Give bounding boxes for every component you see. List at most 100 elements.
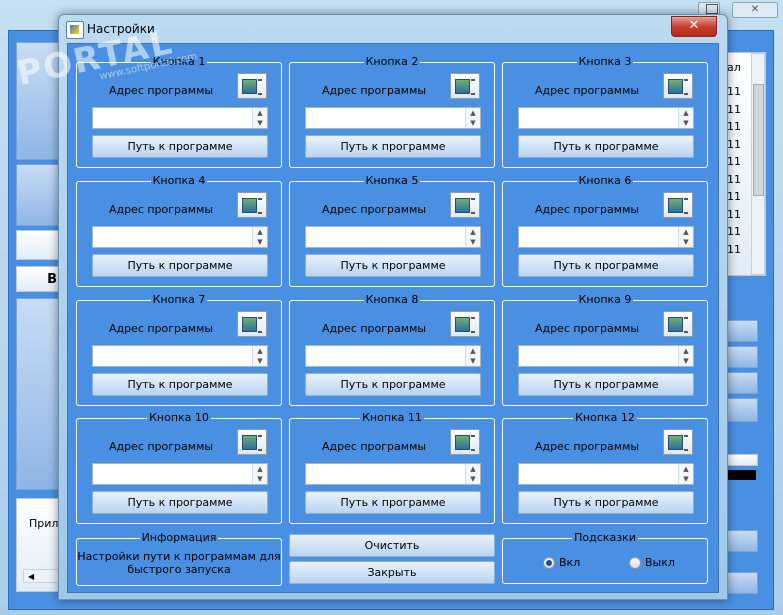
browse-program-button[interactable]: Путь к программе (92, 491, 268, 514)
program-icon[interactable] (663, 73, 693, 99)
program-path-input[interactable]: ▲ ▼ (92, 107, 268, 129)
spin-arrows-icon[interactable]: ▲ ▼ (465, 227, 480, 247)
bg-list-row[interactable]: 11 (727, 118, 741, 136)
bg-close-button[interactable]: ✕ (732, 2, 778, 18)
spin-arrows-icon[interactable]: ▲ ▼ (252, 108, 267, 128)
bg-list-row[interactable]: 11 (727, 171, 741, 189)
spin-arrows-icon[interactable]: ▲ ▼ (465, 108, 480, 128)
bg-side-letter: В (47, 272, 57, 287)
browse-program-button[interactable]: Путь к программе (518, 254, 694, 277)
browse-program-button[interactable]: Путь к программе (305, 373, 481, 396)
button-group-label: Кнопка 3 (576, 55, 634, 68)
program-icon[interactable] (450, 192, 480, 218)
spin-arrows-icon[interactable]: ▲ ▼ (678, 464, 693, 484)
program-address-label: Адрес программы (108, 203, 214, 216)
bg-list-header: ал (727, 61, 741, 74)
clear-button[interactable]: Очистить (289, 534, 495, 557)
bg-right-list[interactable]: ал 11 11 11 11 11 11 11 11 11 11 (726, 52, 766, 276)
hints-off-radio[interactable] (629, 557, 641, 569)
bg-right-field[interactable] (726, 454, 758, 466)
program-icon[interactable] (450, 311, 480, 337)
spin-arrows-icon[interactable]: ▲ ▼ (678, 108, 693, 128)
spin-arrows-icon[interactable]: ▲ ▼ (252, 227, 267, 247)
program-icon[interactable] (237, 73, 267, 99)
info-group-label: Информация (139, 531, 219, 544)
browse-program-button[interactable]: Путь к программе (518, 491, 694, 514)
program-path-input[interactable]: ▲ ▼ (518, 107, 694, 129)
browse-program-button[interactable]: Путь к программе (92, 254, 268, 277)
hints-on-label[interactable]: Вкл (559, 556, 580, 569)
bg-list-row[interactable]: 11 (727, 136, 741, 154)
bg-right-button-5[interactable] (726, 530, 758, 552)
program-path-input[interactable]: ▲ ▼ (518, 463, 694, 485)
bg-right-button-3[interactable] (726, 372, 758, 394)
program-path-input[interactable]: ▲ ▼ (305, 463, 481, 485)
hints-group: Подсказки Вкл Выкл (502, 531, 708, 584)
bg-list-row[interactable]: 11 (727, 206, 741, 224)
program-path-input[interactable]: ▲ ▼ (92, 226, 268, 248)
bg-bottom-tab[interactable]: Прил (29, 517, 58, 530)
spin-arrows-icon[interactable]: ▲ ▼ (252, 464, 267, 484)
bg-list-row[interactable]: 11 (727, 241, 741, 259)
bg-right-button-6[interactable] (726, 572, 758, 594)
program-address-label: Адрес программы (108, 440, 214, 453)
program-path-input[interactable]: ▲ ▼ (305, 107, 481, 129)
browse-program-button[interactable]: Путь к программе (92, 373, 268, 396)
button-group-11: Кнопка 11 Адрес программы ▲ ▼ Путь к програм… (289, 411, 495, 524)
bg-list-row[interactable]: 11 (727, 223, 741, 241)
program-address-label: Адрес программы (534, 322, 640, 335)
bg-list-scrollbar[interactable] (751, 53, 765, 275)
hints-on-radio[interactable] (543, 557, 555, 569)
program-path-input[interactable]: ▲ ▼ (518, 226, 694, 248)
bg-right-button-4[interactable] (726, 398, 758, 422)
spin-arrows-icon[interactable]: ▲ ▼ (678, 227, 693, 247)
close-button[interactable]: Закрыть (289, 561, 495, 584)
spin-arrows-icon[interactable]: ▲ ▼ (678, 346, 693, 366)
program-path-input[interactable]: ▲ ▼ (92, 463, 268, 485)
program-address-label: Адрес программы (321, 84, 427, 97)
bg-list-rows: 11 11 11 11 11 11 11 11 11 11 (727, 83, 741, 258)
program-icon[interactable] (237, 429, 267, 455)
browse-program-button[interactable]: Путь к программе (518, 373, 694, 396)
dialog-close-button[interactable]: ✕ (671, 16, 717, 37)
browse-program-button[interactable]: Путь к программе (305, 254, 481, 277)
browse-program-button[interactable]: Путь к программе (92, 135, 268, 158)
program-icon[interactable] (663, 192, 693, 218)
hints-off-label[interactable]: Выкл (645, 556, 675, 569)
bg-scroll-thumb[interactable] (753, 84, 764, 196)
program-address-label: Адрес программы (321, 322, 427, 335)
program-address-label: Адрес программы (321, 203, 427, 216)
browse-program-button[interactable]: Путь к программе (305, 491, 481, 514)
bg-list-row[interactable]: 11 (727, 188, 741, 206)
bg-right-button-1[interactable] (726, 320, 758, 342)
spin-arrows-icon[interactable]: ▲ ▼ (465, 464, 480, 484)
program-icon[interactable] (450, 429, 480, 455)
program-icon[interactable] (237, 311, 267, 337)
info-group: Информация Настройки пути к программам д… (76, 531, 282, 586)
bg-list-row[interactable]: 11 (727, 83, 741, 101)
browse-program-button[interactable]: Путь к программе (518, 135, 694, 158)
browse-program-button[interactable]: Путь к программе (305, 135, 481, 158)
program-icon[interactable] (663, 311, 693, 337)
program-icon[interactable] (237, 192, 267, 218)
program-path-input[interactable]: ▲ ▼ (305, 345, 481, 367)
program-path-input[interactable]: ▲ ▼ (92, 345, 268, 367)
spin-arrows-icon[interactable]: ▲ ▼ (252, 346, 267, 366)
program-path-input[interactable]: ▲ ▼ (305, 226, 481, 248)
info-text-line-1: Настройки пути к программам для (77, 550, 281, 563)
button-group-label: Кнопка 11 (360, 411, 424, 424)
bg-left-button-2[interactable] (16, 164, 62, 226)
program-icon[interactable] (450, 73, 480, 99)
bg-bottom-list[interactable]: Прил ◀ (16, 498, 62, 592)
bg-list-row[interactable]: 11 (727, 153, 741, 171)
program-path-input[interactable]: ▲ ▼ (518, 345, 694, 367)
bg-bottom-scrollbar[interactable]: ◀ (23, 569, 61, 583)
program-icon[interactable] (663, 429, 693, 455)
bg-right-button-2[interactable] (726, 346, 758, 368)
bg-maximize-button[interactable] (706, 4, 718, 14)
bg-list-row[interactable]: 11 (727, 101, 741, 119)
button-group-label: Кнопка 9 (576, 293, 634, 306)
spin-arrows-icon[interactable]: ▲ ▼ (465, 346, 480, 366)
button-group-8: Кнопка 8 Адрес программы ▲ ▼ Путь к программ… (289, 293, 495, 406)
bg-left-field-1[interactable] (16, 230, 62, 260)
